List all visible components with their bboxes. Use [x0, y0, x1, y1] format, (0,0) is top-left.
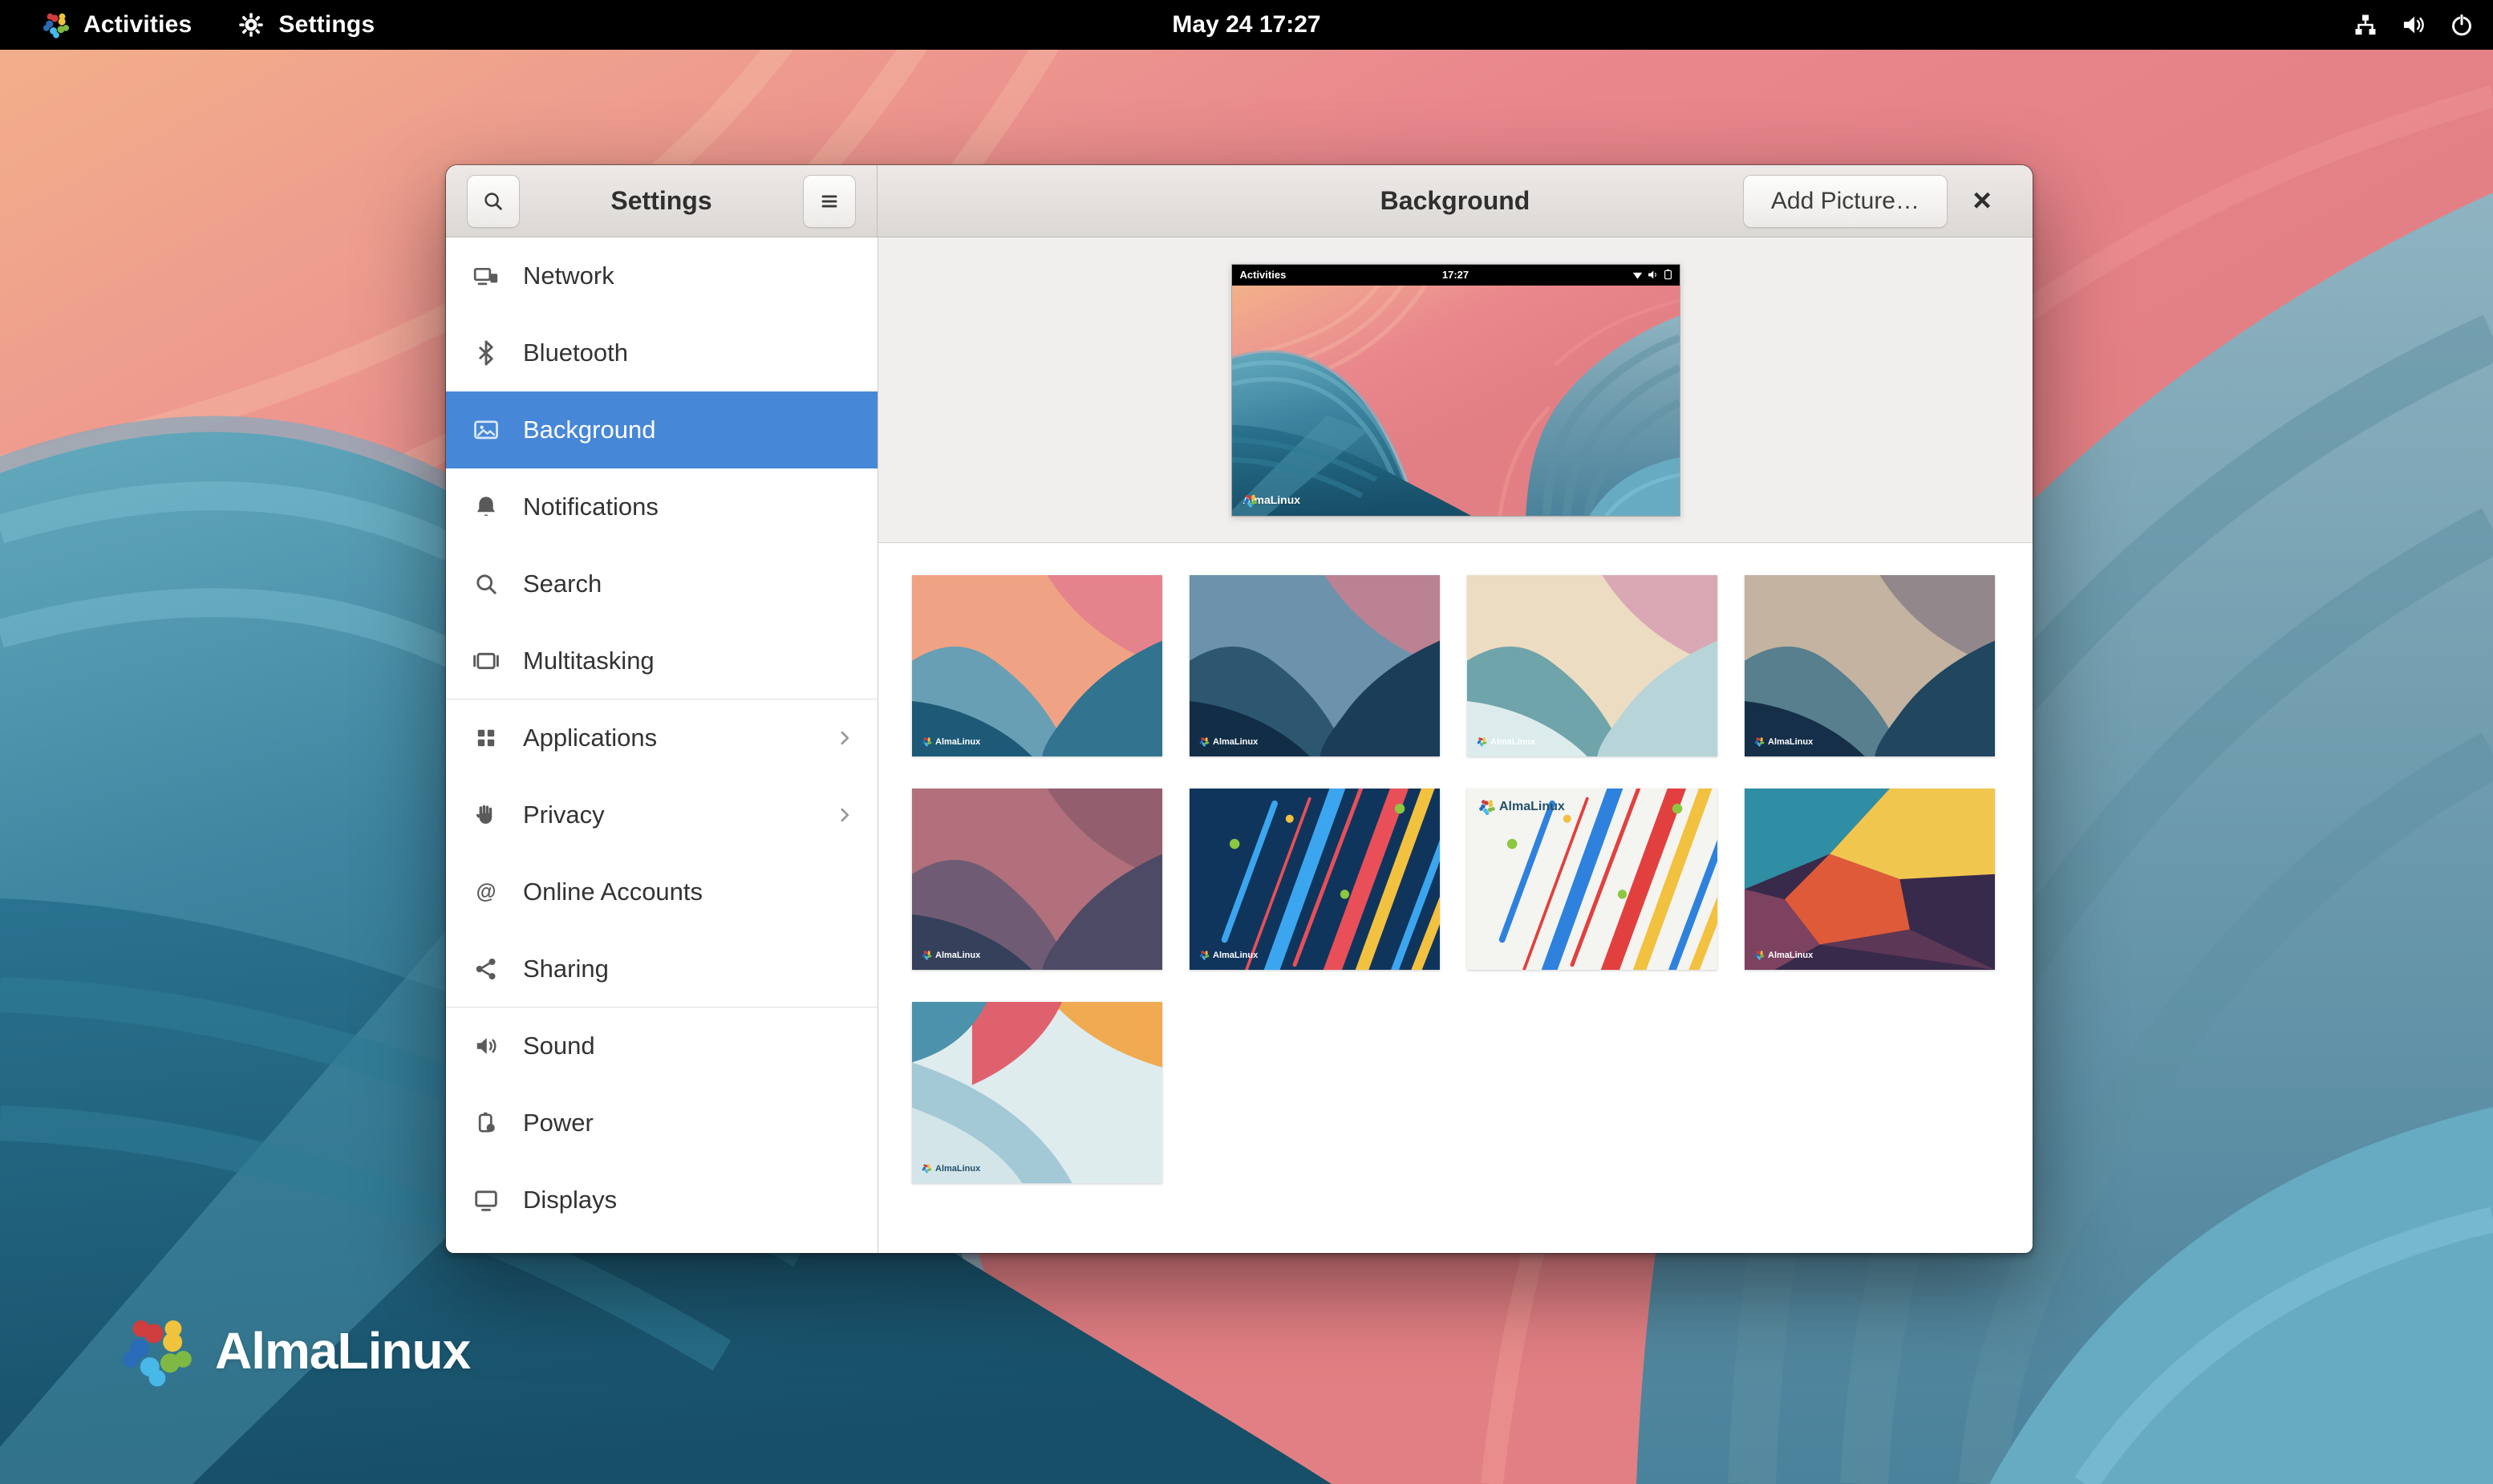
privacy-icon: [472, 801, 501, 829]
activities-label: Activities: [83, 11, 192, 39]
almalinux-mark-icon: [42, 10, 71, 39]
sidebar: Network Bluetooth Background Notifications S…: [446, 237, 878, 1253]
wifi-icon: [1632, 270, 1643, 280]
preview-activities-label: Activities: [1240, 269, 1287, 281]
sidebar-title: Settings: [610, 186, 711, 216]
bluetooth-icon: [472, 339, 501, 367]
top-bar: Activities Settings May 24 17:27: [0, 0, 2493, 50]
settings-window: Settings Background Add Picture… × Netwo…: [446, 165, 2033, 1253]
activities-button[interactable]: Activities: [42, 10, 192, 39]
sidebar-item-power[interactable]: Power: [446, 1085, 878, 1162]
volume-icon: [2400, 11, 2427, 39]
background-panel: Activities 17:27 AlmaLinux: [878, 237, 2033, 1253]
primary-menu-button[interactable]: [803, 175, 856, 228]
sidebar-item-displays[interactable]: Displays: [446, 1162, 878, 1239]
hamburger-menu-icon: [817, 189, 841, 213]
sidebar-item-privacy[interactable]: Privacy: [446, 776, 878, 854]
chevron-right-icon: [833, 803, 857, 827]
app-menu-button[interactable]: Settings: [237, 10, 375, 39]
sidebar-item-label: Online Accounts: [523, 878, 857, 906]
sidebar-item-sharing[interactable]: Sharing: [446, 931, 878, 1008]
main-headerbar: Background Add Picture… ×: [878, 165, 2033, 237]
battery-icon: [1663, 270, 1673, 280]
background-icon: [472, 416, 501, 444]
desktop-almalinux-logo: AlmaLinux: [119, 1312, 470, 1389]
sharing-icon: [472, 955, 501, 983]
wallpaper-thumbnail-waves-day[interactable]: AlmaLinux: [912, 575, 1162, 756]
sidebar-item-applications[interactable]: Applications: [446, 699, 878, 776]
wallpaper-grid: AlmaLinuxAlmaLinuxAlmaLinuxAlmaLinuxAlma…: [912, 575, 1995, 1183]
volume-icon: [1648, 270, 1658, 280]
sidebar-item-notifications[interactable]: Notifications: [446, 468, 878, 545]
sidebar-item-label: Bluetooth: [523, 339, 857, 367]
applications-icon: [472, 724, 501, 752]
network-icon: [472, 262, 501, 290]
wallpaper-thumbnail-waves-light[interactable]: AlmaLinux: [1467, 575, 1717, 756]
wallpaper-thumbnail-waves-dusk-gray[interactable]: AlmaLinux: [1745, 575, 1995, 756]
close-window-button[interactable]: ×: [1959, 176, 2005, 227]
sidebar-item-label: Sharing: [523, 955, 857, 983]
chevron-right-icon: [833, 726, 857, 750]
wallpaper-thumbnail-waves-morning[interactable]: AlmaLinux: [912, 1002, 1162, 1183]
search-button[interactable]: [467, 175, 520, 228]
sidebar-item-sound[interactable]: Sound: [446, 1008, 878, 1085]
sidebar-item-bluetooth[interactable]: Bluetooth: [446, 314, 878, 391]
clock[interactable]: May 24 17:27: [1172, 11, 1320, 39]
gear-icon: [237, 10, 266, 39]
add-picture-button[interactable]: Add Picture…: [1743, 175, 1948, 228]
sidebar-headerbar: Settings: [446, 165, 878, 237]
preview-clock: 17:27: [1442, 269, 1469, 281]
notifications-icon: [472, 493, 501, 521]
sidebar-item-label: Network: [523, 262, 857, 290]
sidebar-item-label: Multitasking: [523, 647, 857, 675]
almalinux-mark-icon: [1243, 493, 1258, 508]
sound-icon: [472, 1032, 501, 1060]
search-icon: [472, 570, 501, 598]
displays-icon: [472, 1186, 501, 1214]
wallpaper-thumbnail-paint-streaks-dark[interactable]: AlmaLinux: [1190, 789, 1440, 970]
current-wallpaper-preview: Activities 17:27 AlmaLinux: [1231, 264, 1680, 517]
power-icon: [472, 1109, 501, 1137]
sidebar-item-label: Power: [523, 1109, 857, 1137]
sidebar-item-label: Sound: [523, 1032, 857, 1060]
search-icon: [481, 189, 505, 213]
sidebar-item-label: Privacy: [523, 801, 833, 829]
wallpaper-thumbnail-paint-streaks-light[interactable]: AlmaLinux: [1467, 789, 1717, 970]
sidebar-item-label: Search: [523, 570, 857, 598]
app-menu-label: Settings: [278, 11, 375, 39]
wallpaper-thumbnail-waves-mauve[interactable]: AlmaLinux: [912, 789, 1162, 970]
sidebar-item-online-accounts[interactable]: Online Accounts: [446, 854, 878, 931]
page-title: Background: [1380, 186, 1530, 216]
preview-wallpaper-art: AlmaLinux: [1232, 286, 1680, 516]
wallpaper-thumbnail-facets-sunset[interactable]: AlmaLinux: [1745, 789, 1995, 970]
sidebar-item-search[interactable]: Search: [446, 545, 878, 622]
online-accounts-icon: [472, 878, 501, 906]
multitasking-icon: [472, 647, 501, 675]
sidebar-item-label: Background: [523, 416, 857, 444]
current-wallpaper-band: Activities 17:27 AlmaLinux: [878, 237, 2033, 543]
preview-top-bar: Activities 17:27: [1232, 265, 1680, 286]
sidebar-item-multitasking[interactable]: Multitasking: [446, 622, 878, 699]
wallpaper-gallery: AlmaLinuxAlmaLinuxAlmaLinuxAlmaLinuxAlma…: [878, 543, 2033, 1253]
desktop-logo-text: AlmaLinux: [215, 1321, 470, 1381]
network-wired-icon: [2352, 11, 2379, 39]
power-icon: [2448, 11, 2475, 39]
almalinux-mark-icon: [119, 1312, 196, 1389]
sidebar-item-network[interactable]: Network: [446, 237, 878, 314]
sidebar-item-label: Notifications: [523, 493, 857, 521]
wallpaper-thumbnail-waves-dark[interactable]: AlmaLinux: [1190, 575, 1440, 756]
preview-almalinux-logo: AlmaLinux: [1243, 493, 1301, 506]
sidebar-item-background[interactable]: Background: [446, 391, 878, 468]
sidebar-item-label: Displays: [523, 1186, 857, 1214]
system-status-area[interactable]: [2352, 0, 2475, 50]
sidebar-item-label: Applications: [523, 724, 833, 752]
